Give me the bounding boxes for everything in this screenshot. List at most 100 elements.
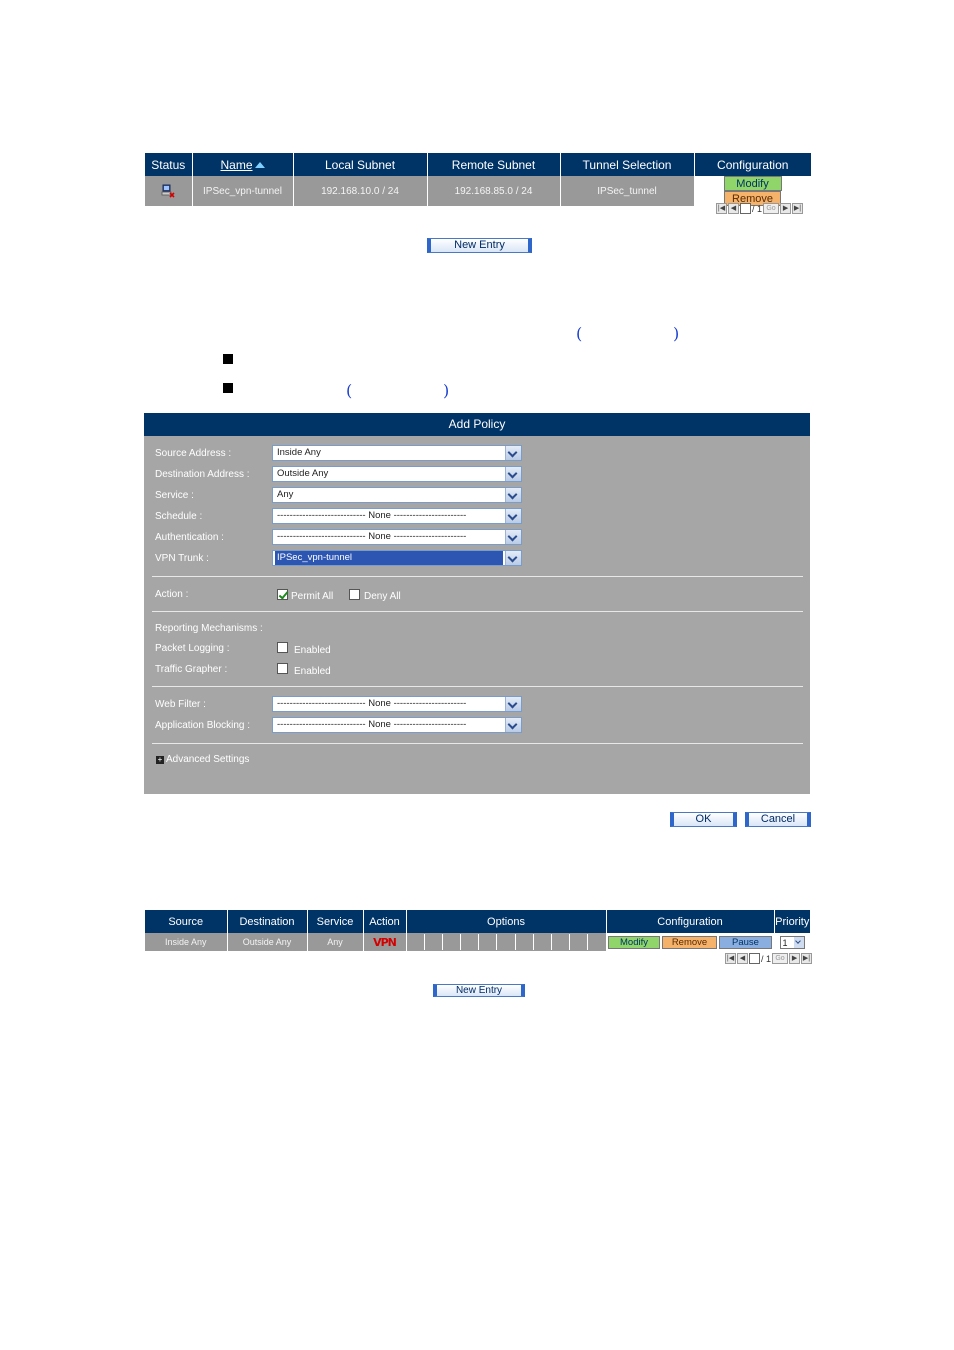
- traffic-grapher-label: Traffic Grapher :: [155, 664, 228, 675]
- sort-by-name-link[interactable]: Name: [220, 158, 252, 172]
- option-slot: [534, 934, 552, 950]
- schedule-label: Schedule :: [155, 511, 203, 522]
- ok-button[interactable]: OK: [670, 812, 737, 827]
- chevron-down-icon[interactable]: [505, 530, 521, 544]
- header-destination: Destination: [227, 910, 308, 933]
- close-paren: ): [673, 324, 680, 343]
- policy-table: Source Destination Service Action Option…: [145, 910, 811, 951]
- policy-pager: |◀ ◀ / 1 Go ▶ ▶|: [725, 953, 813, 964]
- service-label: Service :: [155, 490, 194, 501]
- chevron-down-icon[interactable]: [505, 509, 521, 523]
- first-page-icon[interactable]: |◀: [716, 203, 727, 214]
- next-page-icon[interactable]: ▶: [780, 203, 792, 214]
- divider: [152, 743, 803, 744]
- header-source: Source: [145, 910, 228, 933]
- vpn-trunk-select[interactable]: IPSec_vpn-tunnel: [272, 550, 522, 566]
- header-remote-subnet: Remote Subnet: [427, 153, 561, 176]
- tunnel-selection: IPSec_tunnel: [560, 176, 695, 206]
- header-name[interactable]: Name: [192, 153, 294, 176]
- deny-all-checkbox[interactable]: [349, 589, 360, 600]
- go-button[interactable]: Go: [763, 203, 780, 214]
- header-tunnel-selection: Tunnel Selection: [560, 153, 695, 176]
- configuration-cell: ModifyRemove: [694, 176, 812, 206]
- add-policy-panel: Add Policy Source Address : Inside Any D…: [144, 413, 810, 794]
- options-cells: [407, 934, 606, 950]
- web-filter-select[interactable]: ---------------------------- None ------…: [272, 696, 522, 712]
- local-subnet: 192.168.10.0 / 24: [293, 176, 428, 206]
- last-page-icon[interactable]: ▶|: [801, 953, 813, 964]
- prev-page-icon[interactable]: ◀: [728, 203, 739, 214]
- header-options: Options: [406, 910, 607, 933]
- header-action: Action: [363, 910, 407, 933]
- destination-address-select[interactable]: Outside Any: [272, 466, 522, 482]
- table-row: Inside Any Outside Any Any VPN Modify Rem…: [145, 933, 811, 951]
- authentication-select[interactable]: ---------------------------- None ------…: [272, 529, 522, 545]
- authentication-label: Authentication :: [155, 532, 224, 543]
- page-total: / 1: [761, 953, 772, 964]
- policy-service: Any: [307, 933, 364, 951]
- page-number-input[interactable]: [749, 953, 760, 964]
- table-row: IPSec_vpn-tunnel 192.168.10.0 / 24 192.1…: [145, 176, 812, 206]
- modify-button[interactable]: Modify: [608, 935, 660, 949]
- next-page-icon[interactable]: ▶: [789, 953, 801, 964]
- chevron-down-icon[interactable]: [505, 551, 521, 565]
- policy-options: [406, 933, 607, 951]
- packet-logging-enabled-label: Enabled: [294, 645, 331, 656]
- header-configuration: Configuration: [606, 910, 775, 933]
- last-page-icon[interactable]: ▶|: [792, 203, 804, 214]
- traffic-grapher-checkbox[interactable]: [277, 663, 288, 674]
- packet-logging-checkbox[interactable]: [277, 642, 288, 653]
- divider: [152, 576, 803, 577]
- schedule-select[interactable]: ---------------------------- None ------…: [272, 508, 522, 524]
- chevron-down-icon[interactable]: [505, 467, 521, 481]
- option-slot: [588, 934, 605, 950]
- pause-button[interactable]: Pause: [719, 935, 772, 949]
- option-slot: [425, 934, 443, 950]
- deny-all-label: Deny All: [364, 591, 401, 602]
- chevron-down-icon[interactable]: [505, 697, 521, 711]
- cancel-button[interactable]: Cancel: [745, 812, 811, 827]
- permit-all-checkbox[interactable]: [277, 589, 288, 600]
- sort-ascending-icon[interactable]: [254, 161, 265, 168]
- chevron-down-icon[interactable]: [793, 936, 804, 948]
- vpn-trunk-label: VPN Trunk :: [155, 553, 209, 564]
- priority-select[interactable]: 1: [779, 935, 805, 949]
- permit-all-label: Permit All: [291, 591, 334, 602]
- go-button[interactable]: Go: [772, 953, 789, 964]
- new-entry-button[interactable]: New Entry: [433, 984, 525, 997]
- chevron-down-icon[interactable]: [505, 446, 521, 460]
- header-status: Status: [145, 153, 193, 176]
- application-blocking-select[interactable]: ---------------------------- None ------…: [272, 717, 522, 733]
- policy-source: Inside Any: [145, 933, 228, 951]
- tunnel-status-icon: [161, 184, 175, 198]
- packet-logging-label: Packet Logging :: [155, 643, 230, 654]
- new-entry-button[interactable]: New Entry: [427, 238, 532, 253]
- chevron-down-icon[interactable]: [505, 488, 521, 502]
- advanced-settings-link[interactable]: Advanced Settings: [166, 754, 249, 765]
- source-address-select[interactable]: Inside Any: [272, 445, 522, 461]
- first-page-icon[interactable]: |◀: [725, 953, 736, 964]
- tunnel-pager: |◀ ◀ / 1 Go ▶ ▶|: [716, 203, 804, 214]
- header-priority: Priority: [774, 910, 810, 933]
- open-paren: (: [576, 324, 583, 343]
- remove-button[interactable]: Remove: [662, 935, 717, 949]
- option-slot: [516, 934, 534, 950]
- policy-action: VPN: [363, 933, 407, 951]
- traffic-grapher-enabled-label: Enabled: [294, 666, 331, 677]
- policy-destination: Outside Any: [227, 933, 308, 951]
- remote-subnet: 192.168.85.0 / 24: [427, 176, 561, 206]
- expand-plus-icon[interactable]: +: [156, 756, 164, 764]
- bullet-square-icon: [223, 383, 233, 393]
- page-number-input[interactable]: [740, 203, 751, 214]
- chevron-down-icon[interactable]: [505, 718, 521, 732]
- prev-page-icon[interactable]: ◀: [737, 953, 748, 964]
- header-local-subnet: Local Subnet: [293, 153, 428, 176]
- modify-button[interactable]: Modify: [723, 176, 782, 191]
- divider: [152, 686, 803, 687]
- tunnel-table: Status Name Local Subnet Remote Subnet T…: [145, 153, 812, 206]
- bullet-square-icon: [223, 354, 233, 364]
- service-select[interactable]: Any: [272, 487, 522, 503]
- source-address-label: Source Address :: [155, 448, 232, 459]
- policy-configuration-cell: Modify Remove Pause: [606, 933, 775, 951]
- option-slot: [407, 934, 425, 950]
